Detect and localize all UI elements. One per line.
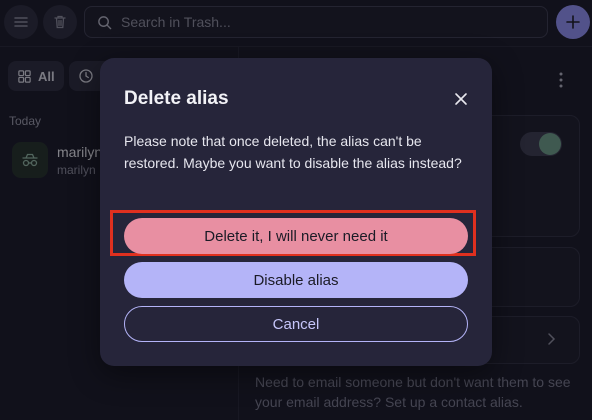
close-button[interactable] xyxy=(450,88,472,110)
delete-permanently-button[interactable]: Delete it, I will never need it xyxy=(124,218,468,254)
close-icon xyxy=(455,93,467,105)
dialog-title: Delete alias xyxy=(124,88,229,109)
disable-alias-button[interactable]: Disable alias xyxy=(124,262,468,298)
cancel-button[interactable]: Cancel xyxy=(124,306,468,342)
delete-alias-dialog: Delete alias Please note that once delet… xyxy=(100,58,492,366)
dialog-message: Please note that once deleted, the alias… xyxy=(124,133,462,171)
